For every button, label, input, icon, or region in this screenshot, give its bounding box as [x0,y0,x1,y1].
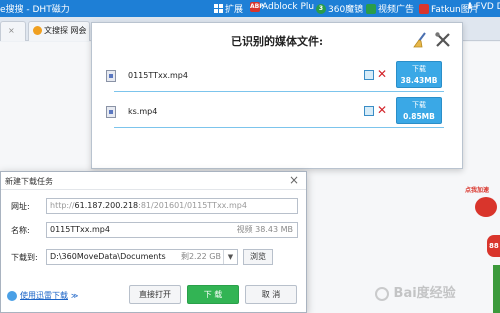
download-arrow-icon: ⬇ [466,2,474,12]
filename-field[interactable]: 0115TTxx.mp4 视频 38.43 MB [46,222,298,238]
download-label: 下载 [412,65,426,73]
close-icon[interactable]: × [289,173,299,187]
copy-link-icon[interactable] [364,106,374,116]
bookmark-label: FVD Downloa [475,2,500,12]
adblock-icon: ABP [250,2,264,12]
side-ad[interactable]: 点我加速 88 [465,185,500,313]
ad-strip [493,265,500,313]
chevron-down-icon[interactable]: ▼ [223,250,237,264]
video-file-icon [106,106,116,118]
watermark-text: Bai度经验 [393,286,456,301]
media-size: 0.85MB [403,112,435,121]
url-field[interactable]: http://61.187.200.218:81/201601/0115TTxx… [46,198,298,214]
watermark-paw-icon [375,286,389,301]
path-label: 下载到: [11,253,38,262]
side-ad-label: 点我加速 [465,187,490,194]
window-title: e搜搜 - DHT磁力 [0,5,70,15]
popup-heading: 已识别的媒体文件: [230,35,324,48]
tools-icon[interactable] [434,31,452,49]
chevron-expand-icon[interactable]: ≫ [71,292,78,300]
watermark: Bai度经验 [375,282,465,310]
bookmark-extensions[interactable]: 扩展 [214,2,243,15]
media-item: 0115TTxx.mp4 ✕ 下载 38.43MB [106,61,454,99]
use-thunder-link[interactable]: 使用迅雷下载 ≫ [7,290,78,301]
bookmark-video-ad[interactable]: 视频广告 [366,2,414,15]
media-filename: ks.mp4 [128,107,158,116]
file-meta: 视频 38.43 MB [236,225,293,234]
broom-icon[interactable] [411,31,429,49]
bookmark-fvd[interactable]: ⬇ FVD Downloa [466,2,500,12]
tab-current[interactable]: 文搜探 网会 [28,21,90,41]
media-download-button[interactable]: 下载 38.43MB [396,61,442,88]
dialog-title: 新建下载任务 [5,177,53,186]
bookmark-adblock[interactable]: ABP Adblock Plu [250,2,314,12]
cancel-button[interactable]: 取 消 [245,285,297,304]
url-label: 网址: [11,202,30,211]
delete-icon[interactable]: ✕ [377,103,387,117]
download-label: 下载 [412,101,426,109]
save-path-select[interactable]: D:\360MoveData\Documents 剩2.22 GB ▼ [46,249,238,265]
ad-badge-icon [475,197,497,217]
divider [114,127,444,128]
divider [114,91,444,92]
filename-value: 0115TTxx.mp4 [50,225,110,234]
ad-number: 88 [487,235,500,257]
video-ad-icon [366,3,376,14]
bookmark-label: Adblock Plu [262,2,315,12]
thunder-icon [7,290,17,301]
open-directly-button[interactable]: 直接打开 [129,285,181,304]
media-filename: 0115TTxx.mp4 [128,71,188,80]
fatkun-icon [419,3,429,14]
tab-close-icon[interactable]: × [8,26,15,35]
tab-previous[interactable]: × [0,21,26,41]
browse-button[interactable]: 浏览 [243,249,273,265]
name-label: 名称: [11,226,30,235]
dialog-titlebar[interactable]: 新建下载任务 × [1,172,306,190]
url-rest: :81/201601/0115TTxx.mp4 [138,201,247,210]
media-size: 38.43MB [400,76,438,85]
media-sniffer-popup: 已识别的媒体文件: 0115TTxx.mp4 ✕ 下载 38.43MB ks.m… [91,22,463,169]
copy-link-icon[interactable] [364,70,374,80]
bookmark-label: 扩展 [225,5,244,15]
tab-label: 文搜探 网会 [44,26,87,35]
url-host: 61.187.200.218 [74,201,139,210]
bookmark-label: 视频广告 [378,5,415,15]
media-item: ks.mp4 ✕ 下载 0.85MB [106,97,454,135]
new-download-dialog: 新建下载任务 × 网址: http://61.187.200.218:81/20… [0,171,307,313]
thunder-label: 使用迅雷下载 [20,291,68,300]
download-button[interactable]: 下 载 [187,285,239,304]
video-file-icon [106,70,116,82]
free-space: 剩2.22 GB [180,252,221,261]
360-icon: 3 [316,3,326,14]
site-favicon-icon [33,26,42,35]
bookmark-label: 360魔镜 [328,5,364,15]
browser-title-bar: e搜搜 - DHT磁力 扩展 ABP Adblock Plu 3 360魔镜 视… [0,0,500,17]
media-download-button[interactable]: 下载 0.85MB [396,97,442,124]
grid-icon [214,4,223,13]
url-prefix: http:// [50,201,75,210]
save-path-value: D:\360MoveData\Documents [50,252,166,261]
delete-icon[interactable]: ✕ [377,67,387,81]
bookmark-360[interactable]: 3 360魔镜 [316,2,363,15]
